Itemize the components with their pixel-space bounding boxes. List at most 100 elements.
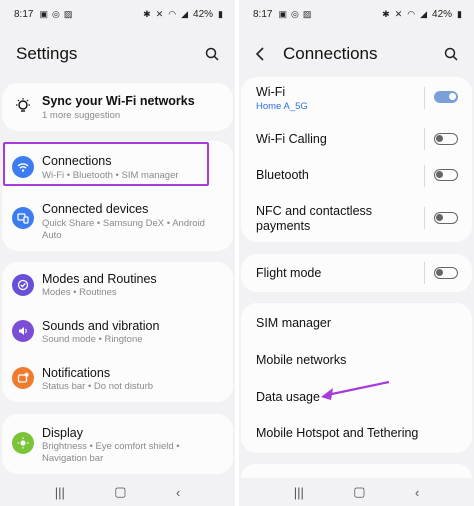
modes-icon bbox=[12, 274, 34, 296]
home-button[interactable]: ▢ bbox=[114, 484, 126, 500]
suggestion-sub: 1 more suggestion bbox=[42, 110, 121, 121]
sim-manager-label: SIM manager bbox=[256, 316, 332, 330]
connected-devices-icon bbox=[12, 207, 34, 229]
connected-devices-label: Connected devices bbox=[42, 202, 149, 216]
search-button[interactable] bbox=[442, 45, 460, 63]
settings-item-notifications[interactable]: Notifications Status bar • Do not distur… bbox=[2, 356, 233, 402]
suggestion-label: Sync your Wi-Fi networks bbox=[42, 94, 195, 108]
status-bar: 8:17 ▣ ◎ ▨ ✱ ✕ ◠ ◢ 42% ▮ bbox=[14, 6, 223, 22]
instagram-icon: ◎ bbox=[290, 8, 299, 19]
page-title: Connections bbox=[283, 44, 378, 63]
settings-item-display[interactable]: Display Brightness • Eye comfort shield … bbox=[2, 414, 233, 474]
display-label: Display bbox=[42, 426, 83, 440]
mute-icon: ✕ bbox=[394, 8, 403, 19]
separator bbox=[424, 207, 425, 229]
modes-card: Modes and Routines Modes • Routines Soun… bbox=[2, 262, 233, 402]
nfc-row[interactable]: NFC and contactless payments bbox=[241, 195, 472, 241]
connections-highlight-box bbox=[3, 142, 209, 186]
recents-button[interactable]: ||| bbox=[294, 485, 304, 500]
mobile-networks-label: Mobile networks bbox=[256, 353, 347, 367]
status-bar: 8:17 ▣ ◎ ▨ ✱ ✕ ◠ ◢ 42% ▮ bbox=[253, 6, 462, 22]
instagram-icon: ◎ bbox=[51, 8, 60, 19]
flight-mode-row[interactable]: Flight mode bbox=[241, 254, 472, 292]
mobile-hotspot-row[interactable]: Mobile Hotspot and Tethering bbox=[241, 414, 472, 451]
settings-item-sounds-vibration[interactable]: Sounds and vibration Sound mode • Ringto… bbox=[2, 309, 233, 355]
sound-icon bbox=[12, 320, 34, 342]
sounds-label: Sounds and vibration bbox=[42, 319, 160, 333]
chevron-left-icon bbox=[255, 47, 264, 61]
separator bbox=[424, 165, 425, 187]
status-time: 8:17 bbox=[14, 8, 34, 20]
recents-button[interactable]: ||| bbox=[55, 485, 65, 500]
wifi-status-icon: ◠ bbox=[168, 8, 177, 19]
notifications-icon bbox=[12, 367, 34, 389]
wifi-calling-row[interactable]: Wi-Fi Calling bbox=[241, 120, 472, 156]
page-title: Settings bbox=[16, 44, 78, 63]
battery-percent: 42% bbox=[193, 8, 214, 20]
sync-wifi-suggestion[interactable]: Sync your Wi-Fi networks 1 more suggesti… bbox=[2, 83, 233, 131]
signal-icon: ◢ bbox=[420, 8, 428, 19]
modes-sub: Modes • Routines bbox=[42, 287, 117, 298]
modes-label: Modes and Routines bbox=[42, 272, 157, 286]
connections-screen: 8:17 ▣ ◎ ▨ ✱ ✕ ◠ ◢ 42% ▮ Connections Wi-… bbox=[239, 0, 474, 506]
sim-icon: ▣ bbox=[278, 8, 287, 19]
mobile-hotspot-label: Mobile Hotspot and Tethering bbox=[256, 426, 419, 440]
nfc-label-line2: payments bbox=[256, 219, 311, 233]
wifi-toggle[interactable] bbox=[434, 91, 458, 103]
wifi-status-icon: ◠ bbox=[407, 8, 416, 19]
gallery-icon: ▨ bbox=[63, 8, 73, 19]
separator bbox=[424, 262, 425, 284]
flight-mode-label: Flight mode bbox=[256, 266, 322, 280]
signal-icon: ◢ bbox=[181, 8, 189, 19]
flight-mode-toggle[interactable] bbox=[434, 267, 458, 279]
display-sub: Brightness • Eye comfort shield • bbox=[42, 441, 180, 452]
wifi-network-name: Home A_5G bbox=[256, 101, 308, 112]
bluetooth-toggle[interactable] bbox=[434, 169, 458, 181]
lightbulb-icon bbox=[12, 95, 34, 117]
home-button[interactable]: ▢ bbox=[353, 484, 365, 500]
connected-devices-sub2: Auto bbox=[42, 230, 62, 241]
search-icon bbox=[444, 47, 458, 61]
bluetooth-row[interactable]: Bluetooth bbox=[241, 157, 472, 193]
connections-header: Connections bbox=[255, 40, 460, 68]
navigation-bar: ||| ▢ ‹ bbox=[239, 478, 474, 506]
search-button[interactable] bbox=[203, 45, 221, 63]
settings-screen: 8:17 ▣ ◎ ▨ ✱ ✕ ◠ ◢ 42% ▮ Settings Sync y… bbox=[0, 0, 235, 506]
navigation-bar: ||| ▢ ‹ bbox=[0, 478, 235, 506]
display-sub2: Navigation bar bbox=[42, 453, 104, 464]
bluetooth-label: Bluetooth bbox=[256, 168, 309, 182]
status-time: 8:17 bbox=[253, 8, 273, 20]
battery-icon: ▮ bbox=[457, 8, 462, 19]
settings-item-connected-devices[interactable]: Connected devices Quick Share • Samsung … bbox=[2, 196, 233, 251]
flight-mode-card: Flight mode bbox=[241, 254, 472, 292]
pointer-arrow-icon bbox=[321, 380, 390, 400]
back-nav-button[interactable]: ‹ bbox=[176, 485, 180, 500]
back-button[interactable] bbox=[255, 45, 273, 63]
bluetooth-status-icon: ✱ bbox=[143, 8, 151, 19]
search-icon bbox=[205, 47, 219, 61]
separator bbox=[424, 87, 425, 109]
battery-icon: ▮ bbox=[218, 8, 223, 19]
gallery-icon: ▨ bbox=[302, 8, 312, 19]
mobile-networks-row[interactable]: Mobile networks bbox=[241, 340, 472, 377]
back-nav-button[interactable]: ‹ bbox=[415, 485, 419, 500]
notifications-label: Notifications bbox=[42, 366, 111, 380]
battery-percent: 42% bbox=[432, 8, 453, 20]
display-icon bbox=[12, 432, 34, 454]
wifi-calling-toggle[interactable] bbox=[434, 133, 458, 145]
display-card: Display Brightness • Eye comfort shield … bbox=[2, 414, 233, 474]
sounds-sub: Sound mode • Ringtone bbox=[42, 334, 143, 345]
settings-item-modes-routines[interactable]: Modes and Routines Modes • Routines bbox=[2, 262, 233, 308]
data-usage-label: Data usage bbox=[256, 390, 320, 404]
sim-icon: ▣ bbox=[39, 8, 48, 19]
nfc-toggle[interactable] bbox=[434, 212, 458, 224]
wifi-row[interactable]: Wi-Fi Home A_5G bbox=[241, 77, 472, 119]
connected-devices-sub: Quick Share • Samsung DeX • Android bbox=[42, 218, 205, 229]
next-card-peek bbox=[241, 464, 472, 478]
separator bbox=[424, 128, 425, 150]
wifi-label: Wi-Fi bbox=[256, 85, 286, 99]
notifications-sub: Status bar • Do not disturb bbox=[42, 381, 154, 392]
settings-header: Settings bbox=[16, 40, 221, 68]
suggestion-card[interactable]: Sync your Wi-Fi networks 1 more suggesti… bbox=[2, 83, 233, 131]
sim-manager-row[interactable]: SIM manager bbox=[241, 303, 472, 340]
